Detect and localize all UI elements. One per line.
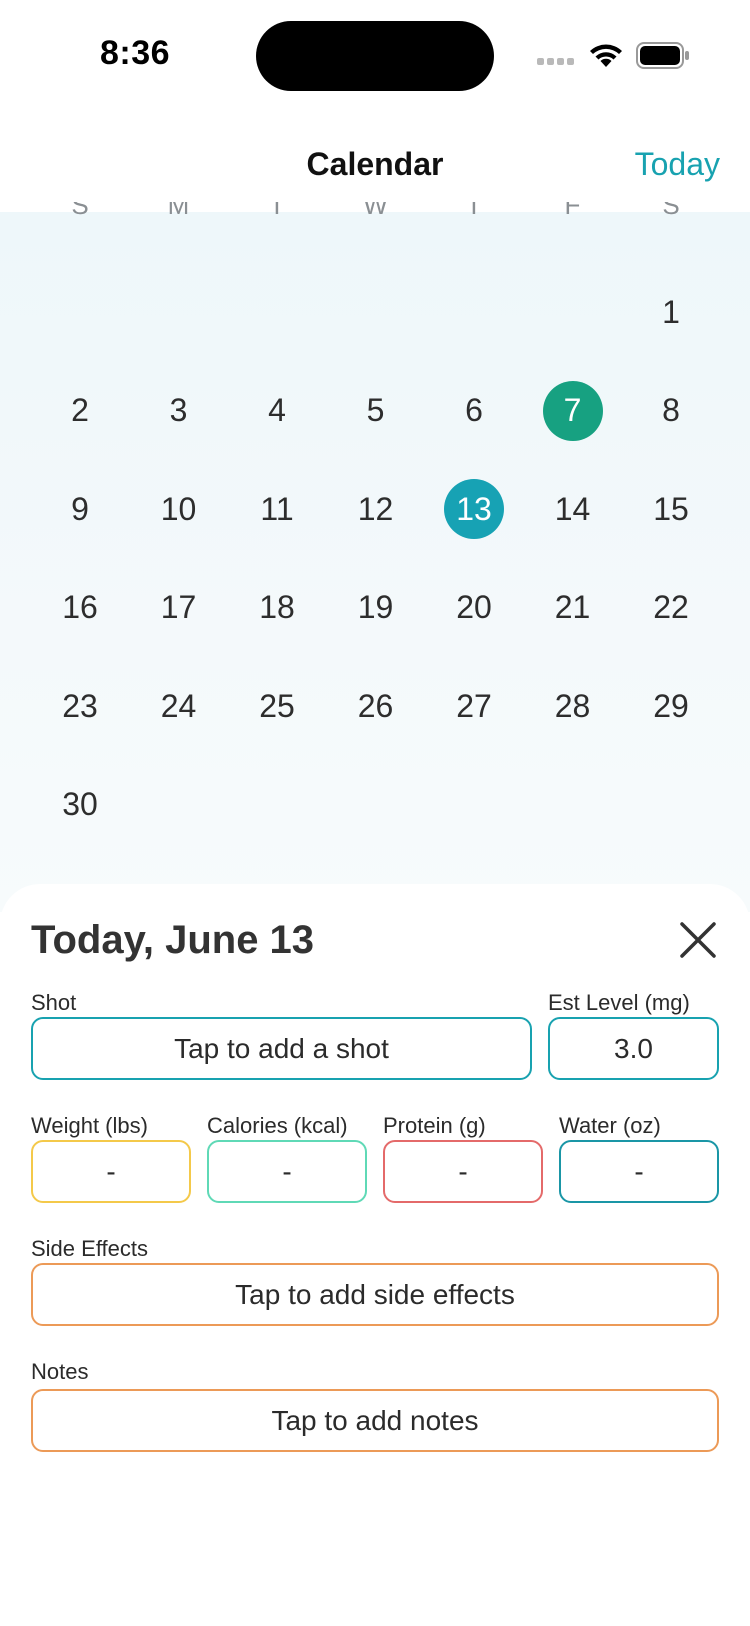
calendar-day-number: 25	[259, 687, 295, 724]
calendar-day-5[interactable]: 5	[327, 362, 425, 460]
sheet-title: Today, June 13	[31, 918, 315, 962]
weekday-label: S	[71, 202, 89, 220]
calendar-day-23[interactable]: 23	[31, 657, 129, 755]
calendar-day-17[interactable]: 17	[130, 559, 228, 657]
navigation-bar: Calendar Today	[0, 110, 750, 212]
weight-label: Weight (lbs)	[31, 1113, 148, 1138]
cellular-signal-icon	[537, 58, 577, 68]
weekday-label: M	[167, 202, 190, 220]
calendar-day-number: 7	[563, 392, 582, 428]
shot-label: Shot	[31, 990, 77, 1015]
add-shot-button[interactable]: Tap to add a shot	[31, 1017, 532, 1080]
protein-field[interactable]: -	[383, 1140, 543, 1203]
calendar-day-25[interactable]: 25	[228, 657, 326, 755]
weekday-label: F	[564, 202, 581, 220]
calendar-day-number: 10	[160, 490, 197, 527]
calendar-day-number: 2	[71, 392, 89, 428]
calendar-day-number: 6	[465, 392, 483, 428]
calendar-day-number: 14	[554, 490, 591, 527]
weight-field[interactable]: -	[31, 1140, 191, 1203]
calendar-day-11[interactable]: 11	[228, 460, 326, 558]
status-bar: 8:36	[0, 0, 750, 110]
weekday-label: S	[662, 202, 680, 220]
calendar-day-19[interactable]: 19	[327, 559, 425, 657]
calendar-day-18[interactable]: 18	[228, 559, 326, 657]
calendar-day-26[interactable]: 26	[327, 657, 425, 755]
calendar-day-30[interactable]: 30	[31, 756, 129, 854]
calendar-day-20[interactable]: 20	[425, 559, 523, 657]
est-level-label: Est Level (mg)	[548, 990, 690, 1015]
calendar-day-16[interactable]: 16	[31, 559, 129, 657]
calendar-day-number: 27	[456, 687, 492, 724]
water-label: Water (oz)	[559, 1113, 661, 1138]
calendar-day-number: 15	[653, 490, 689, 527]
calendar-day-7[interactable]: 7	[524, 362, 622, 460]
protein-label: Protein (g)	[383, 1113, 486, 1138]
calendar-day-number: 19	[357, 589, 394, 625]
calendar-day-number: 29	[653, 687, 689, 724]
calendar-day-21[interactable]: 21	[524, 559, 622, 657]
calendar-day-number: 26	[357, 687, 394, 724]
dynamic-island	[256, 21, 494, 91]
status-time: 8:36	[100, 34, 171, 72]
calendar-day-12[interactable]: 12	[327, 460, 425, 558]
calendar-day-number: 30	[62, 786, 98, 822]
side-effects-label: Side Effects	[31, 1236, 148, 1261]
calendar-day-9[interactable]: 9	[31, 460, 129, 558]
calendar-day-22[interactable]: 22	[622, 559, 720, 657]
calendar-day-29[interactable]: 29	[622, 657, 720, 755]
close-icon[interactable]	[678, 920, 718, 960]
calendar-day-number: 1	[662, 293, 680, 330]
calendar-day-number: 12	[357, 490, 394, 527]
calendar-day-13[interactable]: 13	[425, 460, 523, 558]
calendar-day-6[interactable]: 6	[425, 362, 523, 460]
calendar-day-number: 24	[160, 687, 197, 724]
battery-icon	[636, 42, 689, 69]
est-level-field[interactable]: 3.0	[548, 1017, 719, 1080]
calendar-day-3[interactable]: 3	[130, 362, 228, 460]
calendar-day-8[interactable]: 8	[622, 362, 720, 460]
calendar-day-1[interactable]: 1	[622, 263, 720, 361]
calendar-day-14[interactable]: 14	[524, 460, 622, 558]
calendar-day-number: 9	[71, 490, 89, 527]
calendar-day-number: 11	[260, 490, 294, 527]
calendar-day-number: 28	[554, 687, 591, 724]
calendar-day-28[interactable]: 28	[524, 657, 622, 755]
calendar-day-24[interactable]: 24	[130, 657, 228, 755]
calendar-day-number: 17	[160, 589, 197, 625]
calendar-day-number: 16	[62, 589, 98, 625]
weekday-label: W	[363, 202, 388, 220]
calendar-day-number: 13	[456, 490, 492, 527]
calendar-day-number: 23	[62, 687, 98, 724]
calories-label: Calories (kcal)	[207, 1113, 348, 1138]
calendar-day-number: 4	[268, 392, 286, 428]
calendar-day-2[interactable]: 2	[31, 362, 129, 460]
notes-label: Notes	[31, 1359, 89, 1384]
calendar-day-number: 5	[366, 392, 385, 428]
wifi-icon	[590, 44, 622, 67]
calendar-day-number: 21	[554, 589, 591, 625]
calendar-day-number: 22	[653, 589, 689, 625]
calendar-day-27[interactable]: 27	[425, 657, 523, 755]
calendar-day-15[interactable]: 15	[622, 460, 720, 558]
calendar-day-number: 20	[456, 589, 492, 625]
add-side-effects-button[interactable]: Tap to add side effects	[31, 1263, 719, 1326]
calories-field[interactable]: -	[207, 1140, 367, 1203]
day-detail-sheet: Today, June 13 Shot Tap to add a shot Es…	[0, 884, 750, 1626]
calendar-day-number: 8	[662, 392, 680, 428]
water-field[interactable]: -	[559, 1140, 719, 1203]
add-notes-button[interactable]: Tap to add notes	[31, 1389, 719, 1452]
calendar-day-4[interactable]: 4	[228, 362, 326, 460]
weekday-label: T	[269, 202, 285, 220]
calendar-day-number: 18	[259, 589, 295, 625]
today-button[interactable]: Today	[635, 146, 720, 183]
calendar-day-10[interactable]: 10	[130, 460, 228, 558]
weekday-header: SMTWTFS	[31, 202, 721, 220]
weekday-label: T	[466, 202, 482, 220]
calendar-day-number: 3	[169, 392, 188, 428]
